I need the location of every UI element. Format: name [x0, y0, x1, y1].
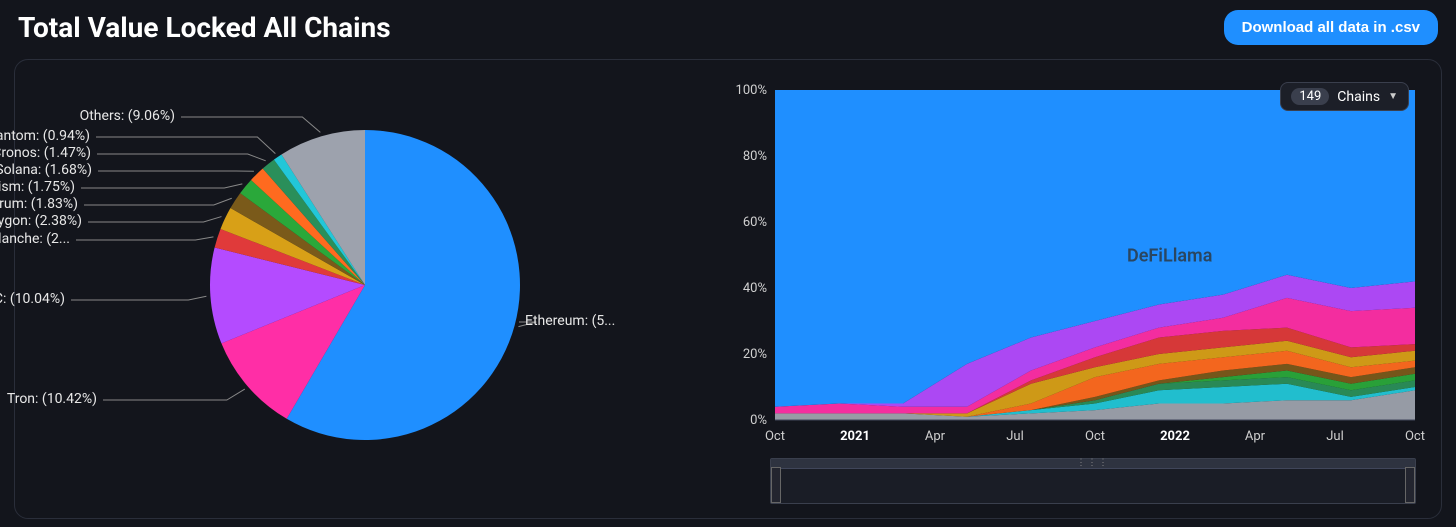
x-tick: Jul	[1006, 429, 1024, 444]
x-tick: Apr	[925, 429, 946, 444]
area-chart: 0% 20% 40% 60% 80% 100% Oct 2021 Apr Jul Oct 2022 Ap…	[695, 60, 1441, 518]
charts-panel: Ethereum: (5...Tron: (10.42%)BSC: (10.04…	[14, 59, 1442, 519]
y-tick: 20%	[743, 347, 767, 362]
page-title: Total Value Locked All Chains	[18, 11, 391, 44]
chains-selector[interactable]: 149 Chains ▼	[1280, 82, 1409, 111]
time-brush[interactable]: ⋮⋮⋮	[770, 458, 1416, 504]
pie-chart: Ethereum: (5...Tron: (10.42%)BSC: (10.04…	[15, 60, 695, 518]
y-tick: 0%	[750, 413, 767, 428]
x-tick: Oct	[765, 429, 785, 444]
y-tick: 60%	[743, 215, 767, 230]
y-tick: 80%	[743, 149, 767, 164]
x-tick: Oct	[1405, 429, 1425, 444]
download-csv-button[interactable]: Download all data in .csv	[1224, 10, 1438, 45]
x-tick: 2021	[840, 429, 870, 444]
x-tick: Apr	[1245, 429, 1266, 444]
y-tick: 40%	[743, 281, 767, 296]
x-tick: Oct	[1085, 429, 1105, 444]
x-tick: Jul	[1326, 429, 1344, 444]
chains-selector-label: Chains	[1337, 89, 1380, 105]
x-tick: 2022	[1160, 429, 1190, 444]
brush-handle-right[interactable]	[1405, 467, 1415, 503]
watermark: DeFiLlama	[1127, 246, 1212, 267]
y-tick: 100%	[736, 83, 767, 98]
chevron-down-icon: ▼	[1388, 91, 1398, 102]
brush-handle-left[interactable]	[771, 467, 781, 503]
chains-count-badge: 149	[1291, 88, 1329, 105]
